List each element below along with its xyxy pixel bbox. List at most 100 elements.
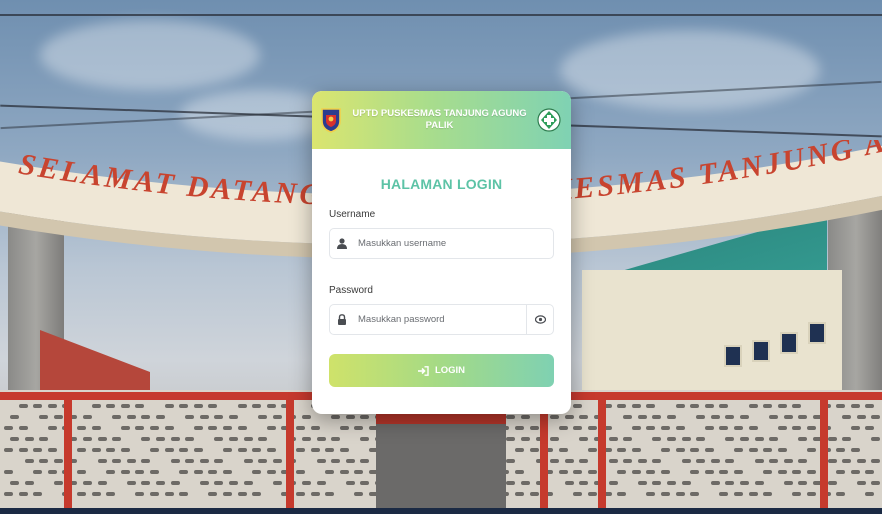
fence-hole	[223, 448, 232, 452]
fence-hole	[865, 426, 875, 430]
fence-hole	[769, 415, 779, 419]
fence-hole	[360, 437, 370, 441]
fence-hole	[47, 470, 57, 474]
fence-hole	[120, 404, 130, 408]
fence-hole	[252, 492, 262, 496]
fence-hole	[719, 492, 729, 496]
fence-hole	[39, 459, 49, 463]
building-window	[808, 322, 826, 344]
fence-hole	[33, 470, 43, 474]
fence-hole	[681, 437, 691, 441]
fence-hole	[170, 481, 180, 485]
fence-hole	[579, 481, 589, 485]
fence-hole	[106, 404, 116, 408]
fence-hole	[842, 459, 852, 463]
fence-hole	[243, 437, 253, 441]
fence-hole	[83, 415, 92, 419]
fence-hole	[214, 459, 224, 463]
fence-hole	[836, 404, 846, 408]
fence-post	[598, 392, 606, 514]
fence-hole	[734, 448, 743, 452]
fence-hole	[252, 470, 262, 474]
fence-hole	[734, 492, 743, 496]
login-button[interactable]: LOGIN	[329, 354, 554, 387]
fence-hole	[106, 470, 116, 474]
fence-hole	[150, 448, 159, 452]
fence-hole	[506, 437, 516, 441]
fence-hole	[798, 415, 808, 419]
fence-hole	[208, 426, 218, 430]
fence-hole	[515, 426, 524, 430]
eye-icon	[534, 315, 546, 324]
fence-hole	[792, 492, 802, 496]
fence-hole	[506, 415, 516, 419]
password-input[interactable]	[354, 306, 526, 333]
fence-hole	[243, 481, 253, 485]
fence-hole	[719, 470, 729, 474]
login-button-label: LOGIN	[434, 365, 466, 376]
fence-hole	[53, 415, 63, 419]
fence-hole	[754, 459, 764, 463]
fence-hole	[769, 437, 779, 441]
fence-hole	[725, 481, 735, 485]
fence-hole	[193, 470, 203, 474]
login-card-header: UPTD PUSKESMAS TANJUNG AGUNG PALIK	[312, 91, 571, 149]
building-window	[780, 332, 798, 354]
fence-hole	[296, 470, 305, 474]
fence-hole	[170, 437, 180, 441]
fence-hole	[4, 492, 13, 496]
fence-hole	[681, 459, 691, 463]
username-input[interactable]	[354, 230, 553, 257]
fence-hole	[120, 426, 130, 430]
password-field[interactable]	[329, 304, 554, 335]
fence-hole	[331, 459, 341, 463]
fence-hole	[792, 404, 802, 408]
fence-hole	[763, 404, 773, 408]
fence-hole	[141, 481, 151, 485]
fence-hole	[185, 415, 195, 419]
fence-hole	[865, 492, 875, 496]
fence-hole	[827, 437, 837, 441]
fence-hole	[850, 448, 860, 452]
fence-hole	[617, 404, 627, 408]
fence-hole	[91, 448, 101, 452]
lock-icon	[330, 314, 354, 325]
power-line	[0, 14, 882, 16]
fence-hole	[856, 415, 866, 419]
cloud	[560, 30, 820, 110]
fence-hole	[302, 437, 311, 441]
fence-hole	[179, 470, 189, 474]
fence-hole	[710, 481, 720, 485]
fence-hole	[316, 481, 326, 485]
fence-hole	[24, 437, 34, 441]
fence-hole	[675, 492, 685, 496]
fence-hole	[652, 437, 662, 441]
login-form: HALAMAN LOGIN Username Password	[312, 176, 571, 387]
fence-hole	[4, 470, 13, 474]
fence-hole	[354, 470, 364, 474]
fence-hole	[704, 470, 714, 474]
fence-hole	[325, 492, 335, 496]
fence-hole	[777, 404, 787, 408]
fence-hole	[18, 404, 28, 408]
fence-hole	[661, 492, 670, 496]
fence-hole	[97, 437, 107, 441]
fence-hole	[112, 415, 122, 419]
fence-hole	[631, 448, 641, 452]
fence-hole	[243, 459, 253, 463]
username-field[interactable]	[329, 228, 554, 259]
toggle-password-button[interactable]	[526, 305, 553, 334]
fence-hole	[199, 415, 209, 419]
fence-hole	[754, 437, 764, 441]
fence-hole	[748, 426, 758, 430]
fence-hole	[18, 448, 28, 452]
fence-hole	[529, 492, 539, 496]
fence-hole	[710, 459, 720, 463]
fence-hole	[506, 481, 516, 485]
fence-hole	[179, 492, 189, 496]
fence-hole	[748, 404, 758, 408]
fence-hole	[91, 426, 101, 430]
fence-hole	[141, 437, 151, 441]
fence-hole	[631, 426, 641, 430]
fence-hole	[77, 448, 86, 452]
